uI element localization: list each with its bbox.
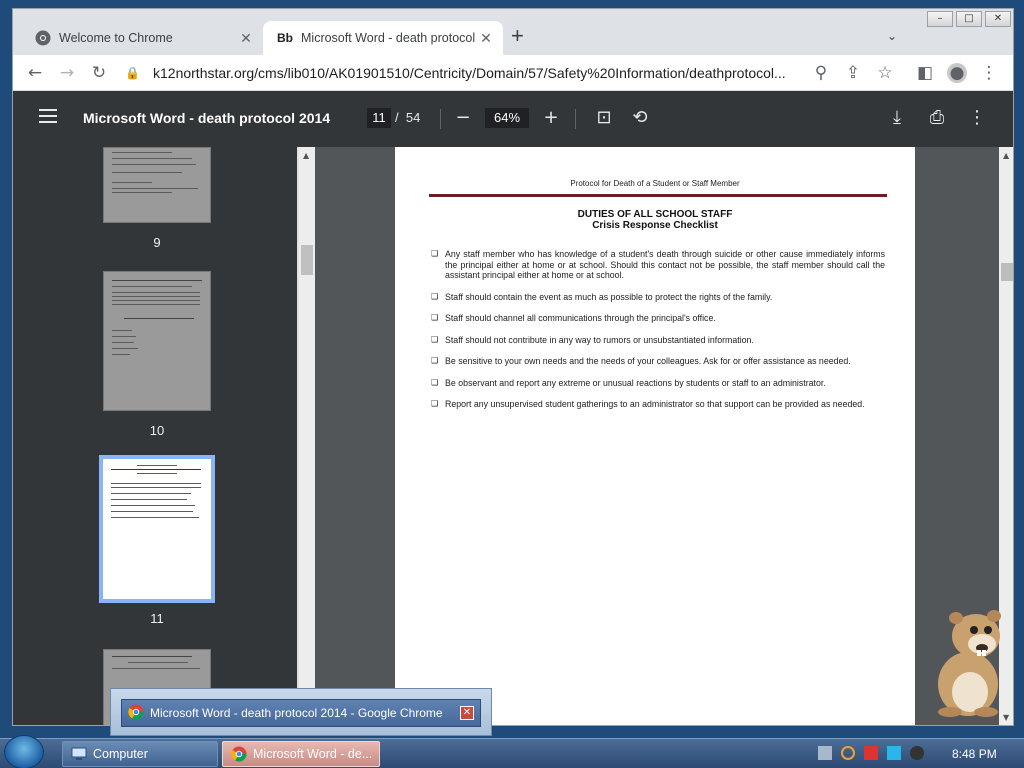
address-bar[interactable]: 🔒 k12northstar.org/cms/lib010/AK01901510… [125, 59, 895, 87]
close-window-button[interactable]: ✕ [985, 11, 1011, 27]
lock-icon: 🔒 [125, 66, 140, 80]
checkbox-icon: ❑ [431, 377, 439, 387]
page-number-input[interactable]: 11 [367, 108, 391, 128]
chrome-icon [231, 746, 247, 762]
header-rule [429, 194, 887, 197]
page-header: Protocol for Death of a Student or Staff… [570, 179, 740, 188]
page-count: / 54 [395, 110, 421, 125]
divider [575, 109, 576, 129]
checkbox-icon: ❑ [431, 399, 439, 408]
reload-icon[interactable]: ↻ [89, 63, 109, 83]
minimize-button[interactable]: – [927, 11, 953, 27]
divider [440, 109, 441, 129]
tab-label: Microsoft Word - death protocol 2014 [301, 31, 477, 45]
zoom-input[interactable]: 64% [485, 108, 529, 128]
scroll-up-arrow-icon[interactable]: ▲ [303, 151, 309, 160]
checkbox-icon: ❑ [431, 249, 439, 258]
checkbox-icon: ❑ [431, 356, 439, 365]
system-tray [818, 746, 933, 760]
pdf-toolbar: Microsoft Word - death protocol 2014 11 … [13, 91, 1013, 147]
scroll-up-arrow-icon[interactable]: ▲ [1003, 151, 1009, 160]
download-icon[interactable]: ⤓ [885, 106, 909, 130]
tab-welcome[interactable]: Welcome to Chrome ✕ [21, 21, 263, 55]
page-title: DUTIES OF ALL SCHOOL STAFF [577, 209, 733, 220]
windows-taskbar: Computer Microsoft Word - de... 8:48 PM [0, 735, 1024, 768]
checklist-item: ❑ Report any unsupervised student gatheri… [431, 399, 865, 409]
checklist-item: ❑ Any staff member who has knowledge of a… [431, 249, 885, 280]
checkbox-icon: ❑ [431, 334, 439, 344]
back-icon[interactable]: ← [25, 63, 45, 83]
taskbar-preview-popup: Microsoft Word - death protocol 2014 - G… [110, 688, 492, 736]
thumbnail-sidebar: 9 10 11 [13, 147, 297, 725]
taskbar-item-computer[interactable]: Computer [62, 741, 218, 767]
rotate-icon[interactable]: ⟲ [628, 106, 652, 130]
checklist-item: ❑ Staff should channel all communications… [431, 313, 716, 323]
checkbox-icon: ❑ [431, 313, 439, 322]
close-icon[interactable]: ✕ [460, 706, 474, 720]
tab-label: Welcome to Chrome [59, 31, 173, 45]
menu-icon[interactable] [39, 109, 57, 125]
side-panel-icon[interactable]: ◧ [915, 63, 935, 83]
checklist-item: ❑ Be sensitive to your own needs and the … [431, 356, 851, 366]
browser-toolbar: ← → ↻ 🔒 k12northstar.org/cms/lib010/AK01… [13, 55, 1013, 91]
more-options-icon[interactable]: ⋮ [965, 106, 989, 130]
url-text: k12northstar.org/cms/lib010/AK01901510/C… [153, 65, 786, 81]
profile-icon[interactable]: ● [947, 63, 967, 83]
zoom-in-icon[interactable]: + [539, 106, 563, 130]
thumbnail-label: 10 [149, 423, 165, 438]
close-icon[interactable]: ✕ [237, 30, 255, 47]
viewer-scrollbar-thumb[interactable] [1001, 263, 1013, 281]
thumbnail-page-9[interactable] [103, 147, 211, 223]
sidebar-scrollbar-thumb[interactable] [301, 245, 313, 275]
hamster-mascot-icon[interactable] [920, 606, 1012, 718]
menu-dots-icon[interactable]: ⋮ [979, 63, 999, 83]
bookmark-star-icon[interactable]: ☆ [875, 63, 895, 83]
flag-icon[interactable] [864, 746, 878, 760]
display-icon[interactable] [887, 746, 901, 760]
page-subtitle: Crisis Response Checklist [592, 220, 718, 231]
print-icon[interactable]: ⎙ [925, 106, 949, 130]
close-icon[interactable]: ✕ [477, 30, 495, 47]
computer-icon [71, 746, 87, 762]
volume-icon[interactable] [910, 746, 924, 760]
blackboard-icon: Bb [277, 31, 293, 45]
maximize-button[interactable]: □ [956, 11, 982, 27]
share-icon[interactable]: ⇪ [843, 63, 863, 83]
tab-pdf[interactable]: Bb Microsoft Word - death protocol 2014 … [263, 21, 503, 55]
pdf-viewer: Protocol for Death of a Student or Staff… [315, 147, 999, 725]
zoom-out-icon[interactable]: − [451, 106, 475, 130]
chrome-icon [128, 704, 144, 723]
tab-search-icon[interactable]: ⌄ [887, 29, 897, 43]
new-tab-button[interactable]: + [511, 25, 524, 47]
checklist: ❑ Any staff member who has knowledge of a… [431, 249, 885, 410]
taskbar-item-label: Microsoft Word - de... [253, 747, 373, 761]
network-icon[interactable] [818, 746, 832, 760]
chrome-window: Welcome to Chrome ✕ Bb Microsoft Word - … [12, 8, 1014, 726]
checklist-item: ❑ Staff should not contribute in any way … [431, 334, 754, 345]
sidebar-scrollbar[interactable] [299, 147, 315, 725]
thumbnail-label: 11 [150, 611, 164, 626]
thumbnail-page-11[interactable] [99, 455, 215, 603]
forward-icon[interactable]: → [57, 63, 77, 83]
popup-label: Microsoft Word - death protocol 2014 - G… [150, 706, 443, 720]
taskbar-clock[interactable]: 8:48 PM [952, 747, 997, 761]
checklist-item: ❑ Staff should contain the event as much … [431, 291, 773, 302]
thumbnail-page-10[interactable] [103, 271, 211, 411]
pdf-page: Protocol for Death of a Student or Staff… [395, 147, 915, 725]
chrome-icon [35, 30, 51, 46]
taskbar-item-label: Computer [93, 747, 148, 761]
thumbnail-label: 9 [153, 235, 161, 250]
search-icon[interactable] [841, 746, 855, 760]
fit-page-icon[interactable]: ⊡ [592, 106, 616, 130]
taskbar-item-chrome[interactable]: Microsoft Word - de... [222, 741, 380, 767]
checklist-item: ❑ Be observant and report any extreme or … [431, 377, 826, 388]
tab-strip: Welcome to Chrome ✕ Bb Microsoft Word - … [13, 9, 1013, 55]
start-button[interactable] [4, 735, 44, 768]
checkbox-icon: ❑ [431, 291, 439, 301]
taskbar-preview-item[interactable]: Microsoft Word - death protocol 2014 - G… [121, 699, 481, 727]
window-controls: – □ ✕ [924, 11, 1011, 27]
zoom-icon[interactable]: ⚲ [811, 63, 831, 83]
pdf-title: Microsoft Word - death protocol 2014 [83, 110, 331, 126]
